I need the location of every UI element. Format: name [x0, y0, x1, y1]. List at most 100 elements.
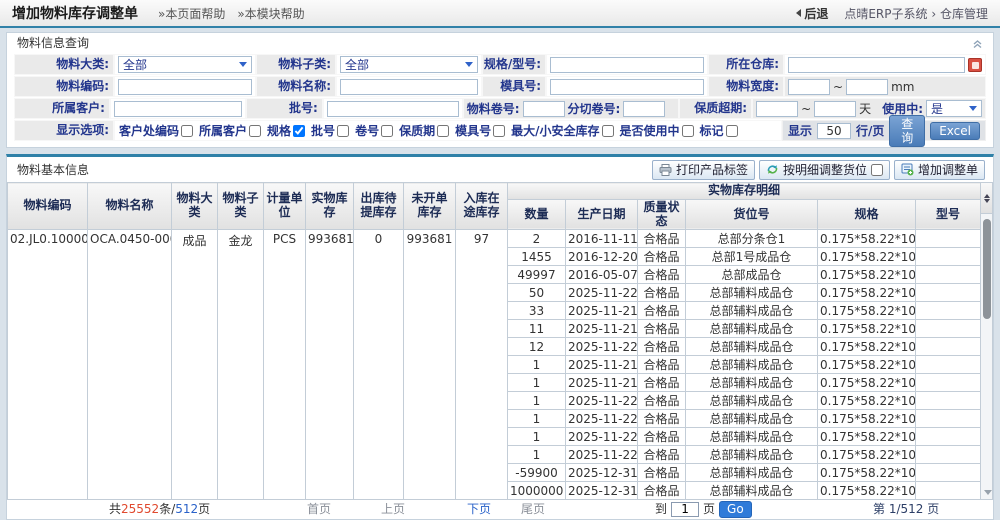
collapse-panel-icon[interactable] — [972, 38, 983, 49]
material-basic-info-panel: 物料基本信息 打印产品标签 按明细调整货位 增加调整单 — [6, 154, 994, 520]
detail-model — [916, 338, 981, 356]
detail-production-date: 2025-11-21 — [566, 374, 638, 392]
detail-model — [916, 302, 981, 320]
page-title: 增加物料库存调整单 — [12, 3, 138, 23]
detail-scroll-arrows[interactable] — [981, 183, 992, 214]
excel-export-button[interactable]: Excel — [930, 122, 980, 140]
material-subcategory-label: 物料子类: — [256, 54, 336, 75]
spec-model-label: 规格/型号: — [482, 54, 546, 75]
display-option-checkbox[interactable] — [682, 125, 694, 137]
next-page-link[interactable]: 下页 — [467, 500, 491, 519]
roll-no-group: 物料卷号: 分切卷号: — [463, 98, 679, 119]
material-code-input[interactable] — [118, 79, 252, 95]
shelf-life-min-input[interactable] — [756, 101, 798, 117]
detail-qty: 49997 — [508, 266, 566, 284]
detail-quality-status: 合格品 — [638, 410, 686, 428]
goto-page-input[interactable] — [671, 502, 699, 517]
breadcrumb-section-link[interactable]: 仓库管理 — [940, 7, 988, 21]
detail-spec: 0.175*58.22*109.78 — [818, 392, 916, 410]
breadcrumb-app-link[interactable]: 点晴ERP子系统 — [844, 7, 927, 21]
detail-qty: 33 — [508, 302, 566, 320]
scrollbar-down-arrow-icon[interactable] — [984, 490, 992, 495]
in-use-select[interactable]: 是 — [926, 100, 982, 117]
add-adjustment-button[interactable]: 增加调整单 — [894, 160, 985, 180]
detail-quality-status: 合格品 — [638, 392, 686, 410]
detail-production-date: 2025-11-22 — [566, 284, 638, 302]
detail-location: 总部辅料成品仓 — [686, 446, 818, 464]
display-option-checkbox[interactable] — [726, 125, 738, 137]
customer-label: 所属客户: — [14, 98, 110, 119]
print-label-button[interactable]: 打印产品标签 — [652, 160, 755, 180]
display-option-label: 客户处编码 — [119, 122, 179, 139]
detail-production-date: 2025-11-21 — [566, 320, 638, 338]
range-tilde: ~ — [801, 102, 811, 116]
display-option-checkbox[interactable] — [249, 125, 261, 137]
display-option: 标记 — [700, 122, 738, 139]
material-category-select[interactable]: 全部 — [118, 56, 252, 73]
display-option: 模具号 — [455, 122, 505, 139]
detail-quality-status: 合格品 — [638, 302, 686, 320]
goto-prefix: 到 — [655, 500, 667, 519]
total-pages: 512 — [175, 502, 198, 516]
display-option-checkbox[interactable] — [337, 125, 349, 137]
material-name-input[interactable] — [340, 79, 478, 95]
col-header-model: 型号 — [916, 199, 981, 230]
detail-production-date: 2016-12-20 — [566, 248, 638, 266]
detail-qty: 50 — [508, 284, 566, 302]
col-header-spec: 规格 — [818, 199, 916, 230]
back-arrow-icon — [796, 9, 801, 17]
display-option-checkbox[interactable] — [437, 125, 449, 137]
detail-location: 总部辅料成品仓 — [686, 356, 818, 374]
display-option-checkbox[interactable] — [602, 125, 614, 137]
range-tilde: ~ — [833, 80, 843, 94]
mold-no-input[interactable] — [550, 79, 704, 95]
prev-page-link[interactable]: 上页 — [381, 500, 405, 519]
spec-model-input[interactable] — [550, 57, 704, 73]
module-help-link[interactable]: »本模块帮助 — [237, 5, 304, 22]
detail-production-date: 2025-12-31 — [566, 464, 638, 482]
first-page-link[interactable]: 首页 — [307, 500, 331, 519]
material-query-panel: 物料信息查询 物料大类: 全部 物料子类: 全部 规格/型号: 所在 — [6, 32, 994, 148]
search-button[interactable]: 查询 — [889, 115, 925, 147]
display-option-label: 标记 — [700, 122, 724, 139]
scroll-up-icon — [984, 194, 990, 198]
detail-spec: 0.175*58.22*109.78 — [818, 302, 916, 320]
top-header-bar: 增加物料库存调整单 »本页面帮助 »本模块帮助 后退 点晴ERP子系统 › 仓库… — [0, 0, 1000, 28]
material-subcategory-select[interactable]: 全部 — [340, 56, 478, 73]
adjust-by-detail-checkbox[interactable] — [871, 164, 883, 176]
display-option-checkbox[interactable] — [493, 125, 505, 137]
material-width-min-input[interactable] — [788, 79, 830, 95]
scrollbar-thumb[interactable] — [983, 219, 991, 319]
detail-spec: 0.175*58.22*109.78 — [818, 446, 916, 464]
display-option-checkbox[interactable] — [381, 125, 393, 137]
shelf-life-max-input[interactable] — [814, 101, 856, 117]
basic-section-title: 物料基本信息 — [17, 161, 89, 178]
detail-qty: 2 — [508, 230, 566, 248]
printer-icon — [659, 164, 672, 176]
material-width-max-input[interactable] — [846, 79, 888, 95]
go-button[interactable]: Go — [719, 501, 752, 518]
last-page-link[interactable]: 尾页 — [521, 500, 545, 519]
slit-roll-no-input[interactable] — [623, 101, 665, 117]
batch-no-label: 批号: — [246, 98, 323, 119]
detail-quality-status: 合格品 — [638, 284, 686, 302]
adjust-by-detail-button[interactable]: 按明细调整货位 — [759, 160, 890, 180]
detail-quality-status: 合格品 — [638, 356, 686, 374]
display-option-checkbox[interactable] — [181, 125, 193, 137]
display-option: 批号 — [311, 122, 349, 139]
col-header-production-date: 生产日期 — [566, 199, 638, 230]
warehouse-input[interactable] — [788, 57, 965, 73]
detail-spec: 0.175*58.22*109.78 — [818, 482, 916, 500]
page-size-input[interactable] — [817, 123, 851, 139]
batch-no-input[interactable] — [327, 101, 459, 117]
roll-no-input[interactable] — [523, 101, 565, 117]
customer-input[interactable] — [114, 101, 242, 117]
back-button[interactable]: 后退 — [796, 5, 828, 22]
warehouse-picker-icon[interactable] — [968, 58, 982, 72]
goto-page-group: 到 页 Go — [655, 500, 752, 519]
page-help-link[interactable]: »本页面帮助 — [158, 5, 225, 22]
detail-model — [916, 284, 981, 302]
col-header-qty: 数量 — [508, 199, 566, 230]
display-option-checkbox[interactable] — [293, 125, 305, 137]
material-subcategory: 金龙 — [218, 230, 264, 500]
